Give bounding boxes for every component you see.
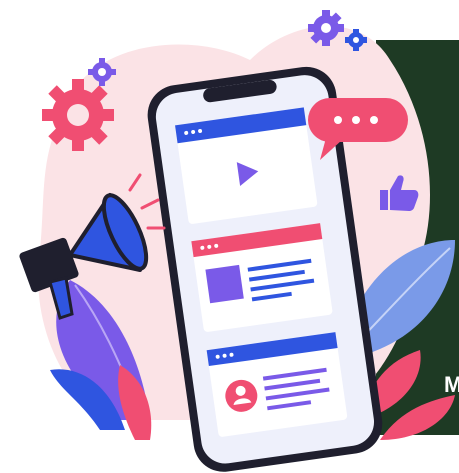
illustration-canvas: M <box>0 0 459 473</box>
profile-card <box>206 332 348 437</box>
article-card <box>191 223 333 332</box>
gear-icon <box>42 79 114 151</box>
illustration-svg <box>19 10 455 472</box>
video-card <box>175 107 318 224</box>
